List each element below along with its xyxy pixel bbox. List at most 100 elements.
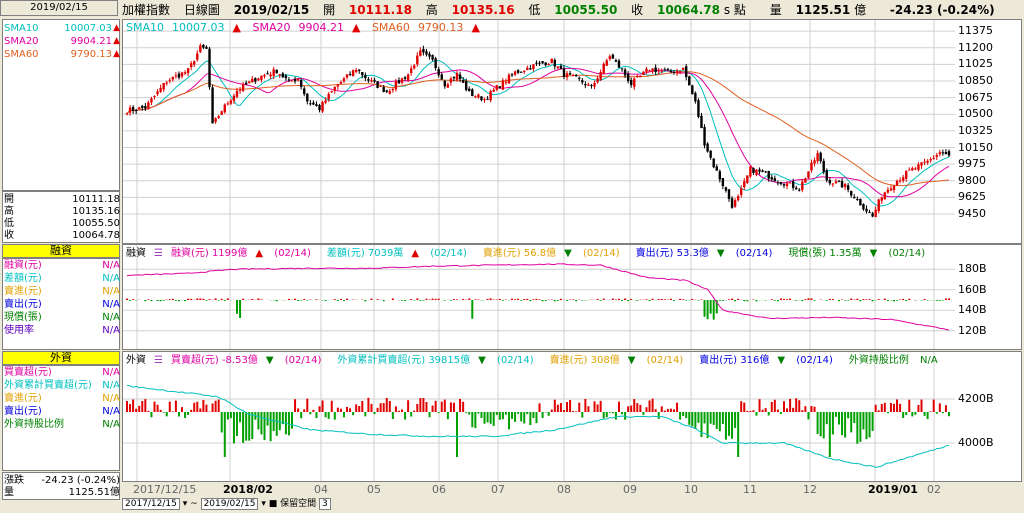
calendar-icon[interactable]: ▾	[183, 499, 188, 509]
margin-bar	[257, 298, 260, 300]
candle-body	[180, 72, 184, 77]
candle-body	[131, 107, 135, 111]
margin-bar	[315, 299, 318, 300]
foreign-bar	[630, 405, 633, 412]
margin-bar	[727, 299, 730, 300]
foreign-bar	[642, 412, 645, 415]
foreign-bar	[312, 409, 315, 412]
x-tick-label: 05	[367, 483, 381, 496]
candle-body	[138, 107, 141, 110]
foreign-bar	[275, 412, 278, 436]
candle-body	[947, 151, 951, 156]
foreign-bar	[669, 408, 672, 412]
margin-bar	[303, 298, 306, 300]
margin-bar	[126, 298, 128, 300]
margin-bar	[844, 300, 847, 301]
foreign-bar	[935, 412, 938, 414]
candle-body	[807, 171, 810, 178]
foreign-section-header[interactable]: 外資	[2, 351, 120, 365]
foreign-bar	[746, 410, 749, 412]
calendar-icon[interactable]: ▾	[261, 499, 266, 509]
foreign-bar	[541, 412, 544, 419]
start-date-field[interactable]: 2017/12/15	[122, 497, 180, 510]
candle-body	[296, 78, 300, 81]
margin-bar	[908, 298, 911, 300]
foreign-bar	[865, 412, 868, 440]
foreign-bar	[847, 412, 850, 419]
candle-body	[825, 170, 828, 181]
margin-bar	[786, 299, 789, 300]
foreign-bar	[663, 410, 666, 412]
candle-body	[626, 73, 630, 82]
candle-body	[633, 78, 636, 87]
margin-bar	[941, 300, 944, 301]
candle-body	[214, 118, 217, 122]
foreign-bar	[718, 412, 721, 432]
candle-body	[758, 169, 761, 172]
foreign-bar	[816, 412, 819, 434]
margin-section-header[interactable]: 融資	[2, 244, 120, 258]
candle-body	[938, 152, 942, 155]
candle-body	[819, 152, 822, 162]
margin-bar	[437, 298, 440, 300]
margin-bar	[208, 299, 211, 300]
candle-body	[706, 143, 709, 152]
end-date-field[interactable]: 2019/02/15	[200, 497, 259, 510]
foreign-bar	[529, 412, 532, 426]
legend-item: 差額(元) 7039萬 ▲ (02/14)	[326, 248, 467, 259]
keep-space-icon[interactable]: ■	[269, 499, 278, 509]
foreign-bar	[685, 412, 688, 419]
left-sma10-row: SMA10 10007.03 ▲	[4, 23, 120, 34]
margin-bar	[868, 299, 871, 300]
margin-bar	[382, 300, 385, 302]
foreign-bar	[153, 401, 156, 412]
candle-body	[199, 45, 202, 53]
candle-body	[251, 78, 254, 83]
y-tick-label: 11025	[958, 57, 993, 71]
margin-bar	[486, 298, 489, 300]
candle-body	[333, 86, 336, 91]
candle-body	[929, 158, 932, 161]
foreign-bar	[859, 412, 862, 442]
candle-body	[541, 61, 544, 64]
margin-bar	[886, 300, 889, 301]
margin-row: 融資(元) N/A	[4, 259, 120, 272]
left-sma60-row: SMA60 9790.13 ▲	[4, 49, 120, 60]
y-tick-label: 4200B	[958, 392, 994, 405]
foreign-bar	[272, 412, 275, 432]
menu-icon[interactable]: ☰	[154, 355, 163, 366]
foreign-bar	[944, 405, 947, 412]
margin-bar	[679, 298, 682, 300]
margin-bar	[672, 300, 675, 301]
margin-bar	[171, 298, 174, 300]
foreign-chart[interactable]	[123, 352, 955, 481]
margin-bar	[553, 300, 556, 302]
foreign-bar	[532, 412, 535, 418]
foreign-bar	[782, 401, 785, 412]
price-chart[interactable]	[123, 20, 955, 243]
foreign-bar	[333, 412, 336, 420]
candle-body	[278, 74, 281, 76]
foreign-bar	[611, 412, 614, 414]
candle-body	[403, 77, 407, 79]
foreign-bar	[920, 399, 923, 412]
candle-body	[269, 74, 272, 77]
legend-item: 買賣超(元) -8.53億 ▼ (02/14)	[170, 355, 322, 366]
menu-icon[interactable]: ☰	[154, 248, 163, 259]
foreign-bar	[135, 408, 138, 412]
foreign-bar	[734, 412, 737, 429]
foreign-bar	[581, 412, 584, 418]
foreign-bar	[831, 412, 834, 435]
margin-bar	[294, 298, 297, 300]
candle-body	[440, 74, 443, 80]
keep-space-value[interactable]: 3	[319, 497, 331, 510]
foreign-bar	[761, 409, 764, 412]
candle-body	[611, 54, 615, 59]
candle-body	[681, 67, 685, 70]
foreign-bar	[349, 408, 352, 412]
foreign-bar	[336, 407, 339, 412]
margin-chart[interactable]	[123, 245, 955, 349]
candle-body	[519, 71, 523, 73]
candle-body	[370, 80, 373, 82]
foreign-bar	[129, 404, 132, 412]
